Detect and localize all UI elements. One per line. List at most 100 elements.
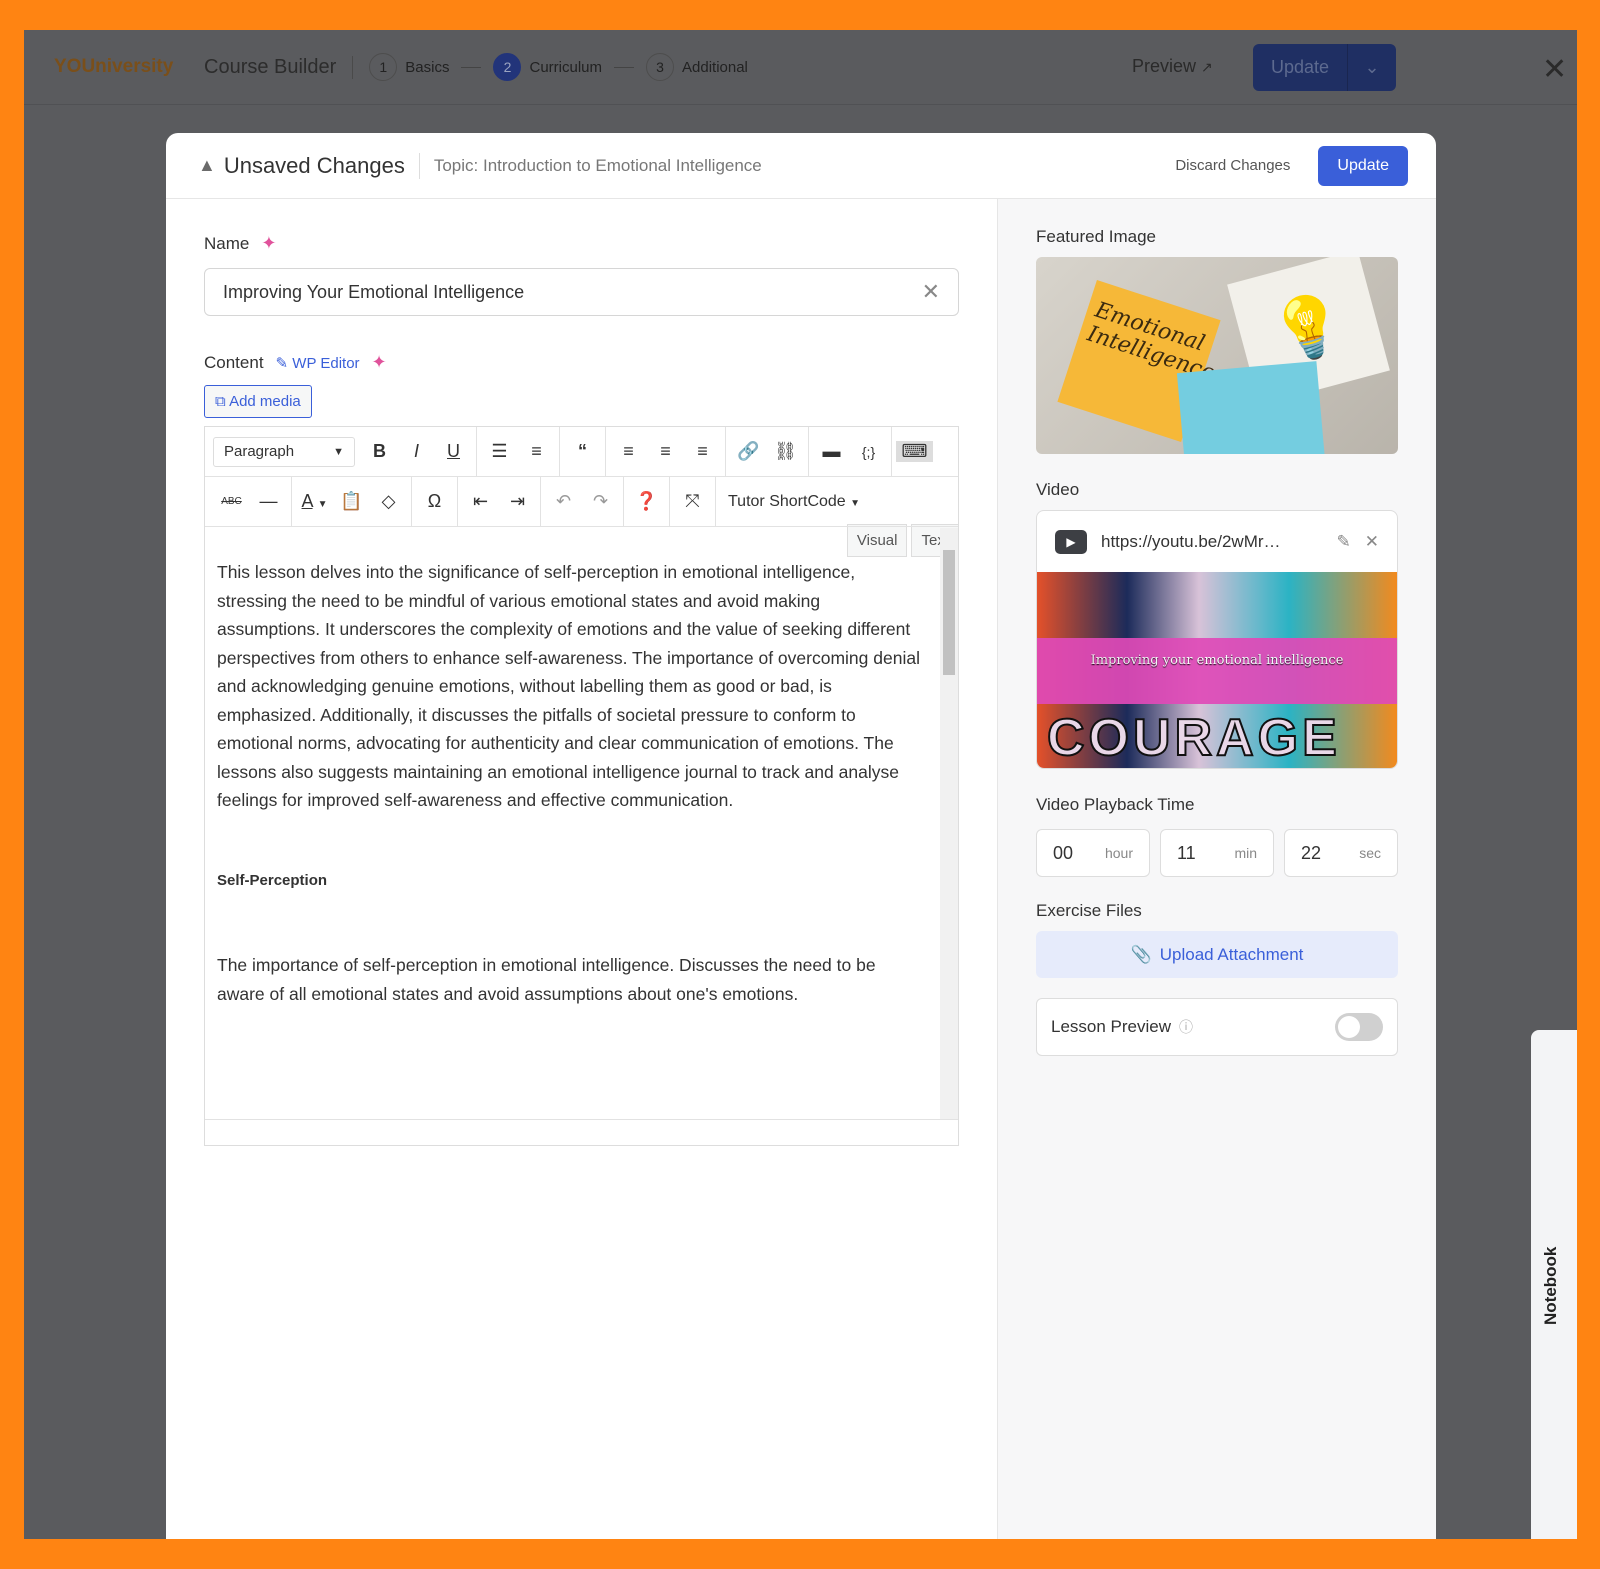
sec-unit: sec	[1359, 845, 1381, 861]
lesson-sidebar: Featured Image Emotional Intelligence 💡 …	[997, 199, 1436, 1539]
divider	[291, 476, 292, 527]
editor-statusbar	[205, 1119, 958, 1145]
discard-changes-button[interactable]: Discard Changes	[1175, 157, 1290, 174]
content-paragraph: This lesson delves into the significance…	[217, 562, 920, 810]
undo-icon[interactable]: ↶	[545, 491, 582, 512]
remove-video-icon[interactable]: ✕	[1365, 532, 1379, 552]
edit-icon[interactable]: ✎	[1337, 532, 1351, 552]
step-curriculum[interactable]: 2 Curriculum	[493, 53, 602, 81]
playback-label: Video Playback Time	[1036, 795, 1195, 814]
shortcode-icon[interactable]: {;}	[850, 444, 887, 460]
top-bar: YOUniversity Course Builder 1 Basics 2 Cur…	[24, 30, 1577, 105]
warning-icon: ▲	[198, 155, 216, 175]
blockquote-icon[interactable]: “	[564, 441, 601, 462]
italic-icon[interactable]: I	[398, 441, 435, 462]
help-icon[interactable]: ❓	[628, 491, 665, 512]
min-unit: min	[1234, 845, 1257, 861]
step-additional[interactable]: 3 Additional	[646, 53, 748, 81]
hour-value: 00	[1053, 842, 1074, 863]
upload-label: Upload Attachment	[1159, 944, 1304, 964]
preview-link[interactable]: Preview ↗	[1132, 56, 1213, 77]
name-value: Improving Your Emotional Intelligence	[223, 281, 525, 302]
min-value: 11	[1177, 842, 1196, 863]
divider	[559, 426, 560, 477]
format-select[interactable]: Paragraph ▼	[213, 436, 355, 467]
external-link-icon: ↗	[1201, 59, 1213, 75]
indent-icon[interactable]: ⇥	[499, 491, 536, 512]
editor-content[interactable]: This lesson delves into the significance…	[205, 528, 940, 1119]
video-thumbnail[interactable]: Improving your emotional intelligence CO…	[1037, 572, 1397, 768]
redo-icon[interactable]: ↷	[582, 491, 619, 512]
paste-text-icon[interactable]: 📋	[333, 491, 370, 512]
clear-icon[interactable]: ✕	[922, 279, 940, 305]
divider	[891, 426, 892, 477]
outdent-icon[interactable]: ⇤	[462, 491, 499, 512]
toolbar-toggle-icon[interactable]: ⌨	[896, 441, 933, 462]
lesson-preview-row: Lesson Preview ⓘ	[1036, 998, 1398, 1056]
lesson-preview-toggle[interactable]	[1335, 1013, 1383, 1041]
text-color-icon[interactable]: A ▼	[296, 491, 333, 512]
chevron-down-icon[interactable]: ⌄	[1348, 44, 1396, 91]
strikethrough-icon[interactable]: ABC	[213, 496, 250, 507]
featured-image[interactable]: Emotional Intelligence 💡	[1036, 257, 1398, 454]
sec-input[interactable]: 22 sec	[1284, 829, 1398, 877]
sec-value: 22	[1301, 842, 1322, 863]
thumbnail-title: Improving your emotional intelligence	[1037, 638, 1397, 704]
logo: YOUniversity	[54, 56, 174, 77]
name-label: Name	[204, 233, 250, 253]
divider	[605, 426, 606, 477]
read-more-icon[interactable]: ▬	[813, 441, 850, 462]
add-media-button[interactable]: ⧉ Add media	[204, 385, 312, 418]
video-card: ▶ https://youtu.be/2wMr… ✎ ✕ Improving your…	[1036, 510, 1398, 769]
divider	[808, 426, 809, 477]
divider	[669, 476, 670, 527]
bullet-list-icon[interactable]: ☰	[481, 441, 518, 462]
lesson-preview-label: Lesson Preview	[1051, 1017, 1172, 1036]
unlink-icon[interactable]: ⛓	[767, 441, 804, 462]
notebook-tab[interactable]: Notebook	[1531, 1030, 1577, 1539]
align-right-icon[interactable]: ≡	[684, 441, 721, 462]
clear-formatting-icon[interactable]: ◇	[370, 491, 407, 512]
numbered-list-icon[interactable]: ≡	[518, 441, 555, 462]
wp-editor-link[interactable]: ✎ WP Editor	[276, 354, 360, 372]
update-button[interactable]: Update	[1318, 145, 1408, 186]
scrollbar-thumb[interactable]	[943, 550, 955, 675]
modal-header: ▲ Unsaved Changes Topic: Introduction to…	[166, 133, 1436, 199]
top-update-button-group: Update ⌄	[1253, 44, 1396, 91]
name-input[interactable]: Improving Your Emotional Intelligence ✕	[204, 268, 959, 316]
min-input[interactable]: 11 min	[1160, 829, 1274, 877]
bold-icon[interactable]: B	[361, 441, 398, 462]
add-media-label: Add media	[229, 393, 301, 410]
tutor-shortcode-dropdown[interactable]: Tutor ShortCode ▼	[728, 493, 860, 511]
upload-attachment-button[interactable]: 📎 Upload Attachment	[1036, 931, 1398, 978]
top-update-button[interactable]: Update	[1253, 44, 1348, 91]
horizontal-line-icon[interactable]: —	[250, 491, 287, 512]
info-icon[interactable]: ⓘ	[1179, 1017, 1193, 1037]
app-frame: YOUniversity Course Builder 1 Basics 2 Cur…	[24, 30, 1577, 1539]
hour-unit: hour	[1104, 845, 1133, 861]
step-label: Basics	[405, 58, 450, 76]
divider	[623, 476, 624, 527]
content-label: Content	[204, 352, 264, 372]
close-icon[interactable]: ✕	[1542, 52, 1567, 87]
step-divider	[461, 66, 482, 68]
ai-sparkle-icon[interactable]: ✦	[372, 352, 387, 373]
content-heading: Self-Perception	[217, 871, 328, 889]
step-number: 1	[369, 53, 398, 81]
link-icon[interactable]: 🔗	[730, 441, 767, 462]
align-center-icon[interactable]: ≡	[647, 441, 684, 462]
wp-editor-label: WP Editor	[292, 354, 360, 372]
step-basics[interactable]: 1 Basics	[369, 53, 449, 81]
special-character-icon[interactable]: Ω	[416, 491, 453, 512]
hour-input[interactable]: 00 hour	[1036, 829, 1150, 877]
underline-icon[interactable]: U	[435, 441, 472, 462]
step-number: 3	[646, 53, 674, 81]
ai-sparkle-icon[interactable]: ✦	[261, 233, 276, 254]
align-left-icon[interactable]: ≡	[610, 441, 647, 462]
divider	[540, 476, 541, 527]
step-number: 2	[493, 53, 522, 81]
content-paragraph: The importance of self-perception in emo…	[217, 955, 876, 1004]
fullscreen-icon[interactable]: ⤧	[674, 491, 711, 512]
preview-label: Preview	[1132, 56, 1197, 76]
editor-scrollbar[interactable]	[940, 528, 958, 1119]
